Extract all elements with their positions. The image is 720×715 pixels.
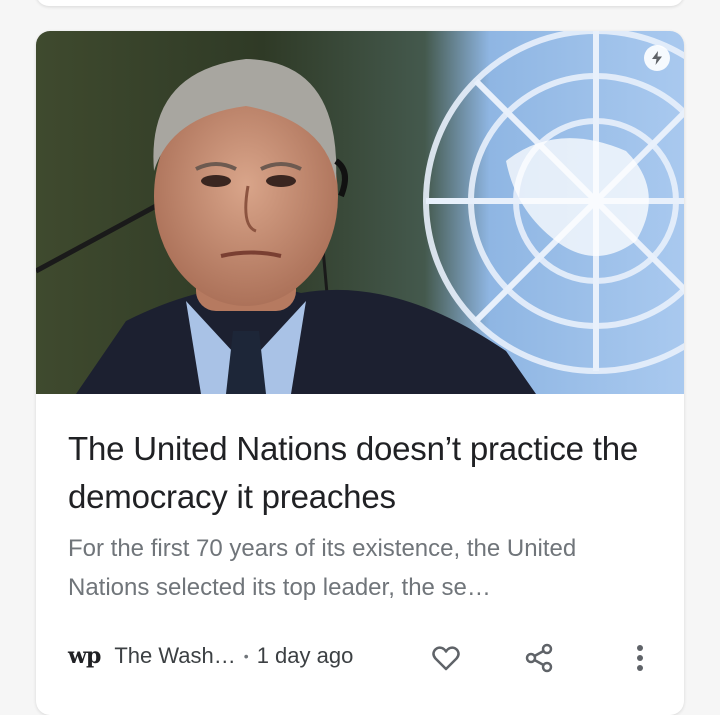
like-button[interactable] — [430, 642, 462, 674]
more-vert-icon — [637, 645, 643, 671]
amp-badge — [644, 45, 670, 71]
source-name[interactable]: The Wash… — [114, 643, 235, 669]
article-snippet: For the first 70 years of its existence,… — [68, 535, 577, 601]
share-icon — [525, 643, 553, 673]
published-time: 1 day ago — [256, 643, 354, 668]
more-options-button[interactable] — [624, 642, 656, 674]
article-photo — [36, 31, 684, 394]
source-logo: wp — [68, 643, 101, 669]
article-title[interactable]: The United Nations doesn’t practice the … — [68, 425, 658, 521]
article-image[interactable] — [36, 31, 684, 394]
news-card[interactable]: The United Nations doesn’t practice the … — [36, 31, 684, 715]
share-button[interactable] — [523, 642, 555, 674]
heart-icon — [432, 646, 460, 671]
previous-card[interactable] — [36, 0, 684, 6]
lightning-bolt-icon — [649, 50, 665, 66]
article-footer: wp The Wash… • 1 day ago — [68, 636, 658, 676]
separator-dot: • — [243, 648, 249, 664]
